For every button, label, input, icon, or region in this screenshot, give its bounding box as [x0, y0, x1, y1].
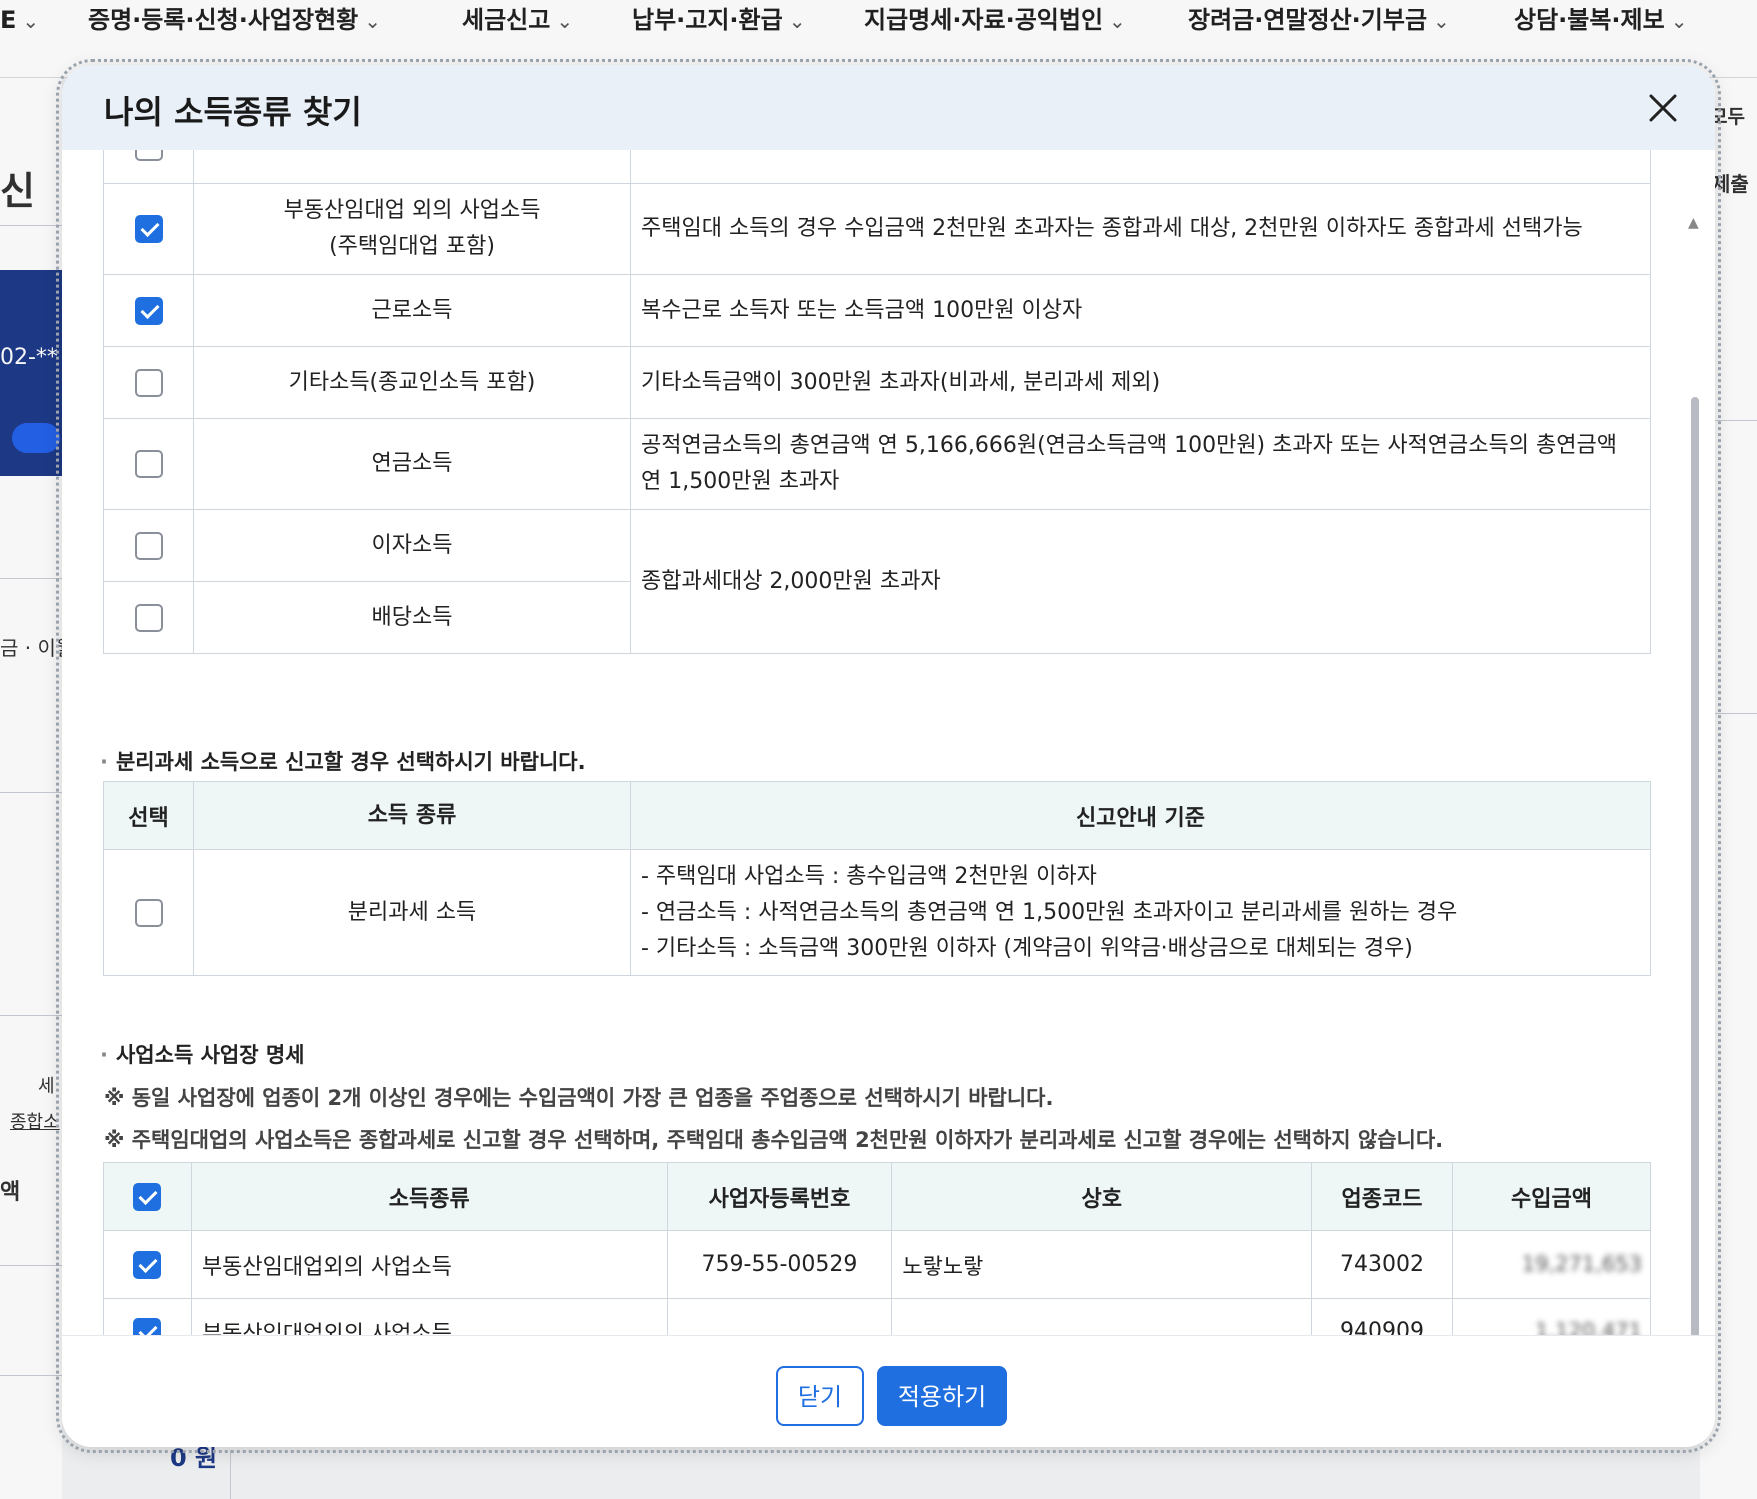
modal-title: 나의 소득종류 찾기 [104, 93, 362, 131]
income-type-desc: 종합과세대상 2,000만원 초과자 [630, 509, 1651, 654]
criteria-line: - 연금소득 : 사적연금소득의 총연금액 연 1,500만원 초과자이고 분리… [641, 899, 1458, 925]
income-type-finder-modal: 나의 소득종류 찾기 부동산임대업 외의 사업소득 (주택임대업 포함) 주택임… [56, 59, 1721, 1453]
business-name-cell [891, 1298, 1313, 1335]
table-row: 부동산임대업외의 사업소득 940909 1,120,471 [103, 1298, 1651, 1335]
column-header: 업종코드 [1311, 1162, 1453, 1231]
modal-scrollbar[interactable]: ▲ ▼ [1688, 215, 1702, 1399]
industry-code-cell: 743002 [1311, 1230, 1453, 1299]
table-header-row: 소득종류 사업자등록번호 상호 업종코드 수입금액 [103, 1162, 1651, 1231]
criteria-line: - 기타소득 : 소득금액 300만원 이하자 (계약금이 위약금·배상금으로 … [641, 935, 1413, 961]
column-header: 소득종류 [190, 1162, 668, 1231]
row-checkbox[interactable] [134, 150, 163, 161]
business-name-cell: 노랗노랗 [891, 1230, 1313, 1299]
separate-tax-table: 선택 소득 종류 신고안내 기준 분리과세 소득 - 주택임대 사업소득 : 총… [103, 781, 1651, 976]
close-icon[interactable] [1642, 87, 1684, 129]
income-type-table: 부동산임대업 외의 사업소득 (주택임대업 포함) 주택임대 소득의 경우 수입… [103, 150, 1651, 654]
income-type-name: 연금소득 [193, 418, 631, 510]
column-header: 사업자등록번호 [666, 1162, 893, 1231]
income-type-name: 근로소득 [193, 274, 631, 347]
row-checkbox[interactable] [134, 531, 163, 560]
column-header: 수입금액 [1452, 1162, 1651, 1231]
modal-body[interactable]: 부동산임대업 외의 사업소득 (주택임대업 포함) 주택임대 소득의 경우 수입… [62, 150, 1715, 1335]
modal-footer: 닫기 적용하기 [62, 1335, 1715, 1447]
income-type-cell: 부동산임대업외의 사업소득 [190, 1298, 668, 1335]
scroll-up-arrow-icon[interactable]: ▲ [1688, 215, 1699, 231]
business-note-1: ※ 동일 사업장에 업종이 2개 이상인 경우에는 수입금액이 가장 큰 업종을… [104, 1086, 1054, 1110]
revenue-amount-cell: 19,271,653 [1521, 1252, 1642, 1276]
modal-header: 나의 소득종류 찾기 [62, 65, 1715, 150]
registration-number-cell: 759-55-00529 [666, 1230, 893, 1299]
income-type-desc: 기타소득금액이 300만원 초과자(비과세, 분리과세 제외) [630, 346, 1651, 419]
column-header: 신고안내 기준 [630, 781, 1651, 850]
separate-tax-label: · 분리과세 소득으로 신고할 경우 선택하시기 바랍니다. [100, 750, 586, 774]
row-checkbox[interactable] [134, 215, 163, 243]
income-type-desc: 주택임대 소득의 경우 수입금액 2천만원 초과자는 종합과세 대상, 2천만원… [630, 183, 1651, 275]
table-row: 분리과세 소득 - 주택임대 사업소득 : 총수입금액 2천만원 이하자 - 연… [103, 849, 1651, 976]
table-row: 부동산임대업외의 사업소득 759-55-00529 노랗노랗 743002 1… [103, 1230, 1651, 1299]
table-row: 이자소득 종합과세대상 2,000만원 초과자 [103, 509, 1651, 654]
revenue-amount-cell: 1,120,471 [1535, 1319, 1642, 1335]
column-header: 선택 [103, 781, 194, 850]
table-header-row: 선택 소득 종류 신고안내 기준 [103, 781, 1651, 850]
income-type-desc: 연 1,500만원 초과자 [641, 469, 840, 494]
income-type-desc: 공적연금소득의 총연금액 연 5,166,666원(연금소득금액 100만원) … [641, 433, 1617, 458]
table-row: 연금소득 공적연금소득의 총연금액 연 5,166,666원(연금소득금액 10… [103, 418, 1651, 510]
business-place-label: · 사업소득 사업장 명세 [100, 1043, 305, 1067]
criteria-line: - 주택임대 사업소득 : 총수입금액 2천만원 이하자 [641, 863, 1097, 889]
column-header: 상호 [891, 1162, 1313, 1231]
table-row: 부동산임대업 외의 사업소득 (주택임대업 포함) 주택임대 소득의 경우 수입… [103, 183, 1651, 275]
row-checkbox[interactable] [134, 603, 163, 632]
select-all-checkbox[interactable] [133, 1182, 162, 1211]
separate-tax-checkbox[interactable] [134, 898, 163, 927]
income-type-name: 분리과세 소득 [193, 849, 631, 976]
income-type-name: 부동산임대업 외의 사업소득 [283, 198, 541, 223]
table-row-partial [103, 150, 1651, 184]
business-note-2: ※ 주택임대업의 사업소득은 종합과세로 신고할 경우 선택하며, 주택임대 총… [104, 1128, 1444, 1152]
income-type-desc: 복수근로 소득자 또는 소득금액 100만원 이상자 [630, 274, 1651, 347]
row-checkbox[interactable] [133, 1317, 162, 1335]
apply-button[interactable]: 적용하기 [877, 1366, 1007, 1426]
income-type-name-sub: (주택임대업 포함) [329, 234, 495, 259]
row-checkbox[interactable] [134, 296, 163, 325]
business-place-table: 소득종류 사업자등록번호 상호 업종코드 수입금액 부동산임대업외의 사업소득 … [103, 1162, 1651, 1335]
close-button[interactable]: 닫기 [776, 1366, 864, 1426]
industry-code-cell: 940909 [1311, 1298, 1453, 1335]
scrollbar-thumb[interactable] [1691, 397, 1699, 1375]
row-checkbox[interactable] [133, 1250, 162, 1279]
table-row: 기타소득(종교인소득 포함) 기타소득금액이 300만원 초과자(비과세, 분리… [103, 346, 1651, 419]
registration-number-cell [666, 1298, 893, 1335]
row-checkbox[interactable] [134, 368, 163, 397]
income-type-cell: 부동산임대업외의 사업소득 [190, 1230, 668, 1299]
column-header: 소득 종류 [193, 781, 631, 850]
income-type-name: 기타소득(종교인소득 포함) [193, 346, 631, 419]
table-row: 근로소득 복수근로 소득자 또는 소득금액 100만원 이상자 [103, 274, 1651, 347]
row-checkbox[interactable] [134, 450, 163, 478]
income-type-name: 배당소득 [193, 581, 631, 654]
income-type-name: 이자소득 [193, 509, 631, 582]
